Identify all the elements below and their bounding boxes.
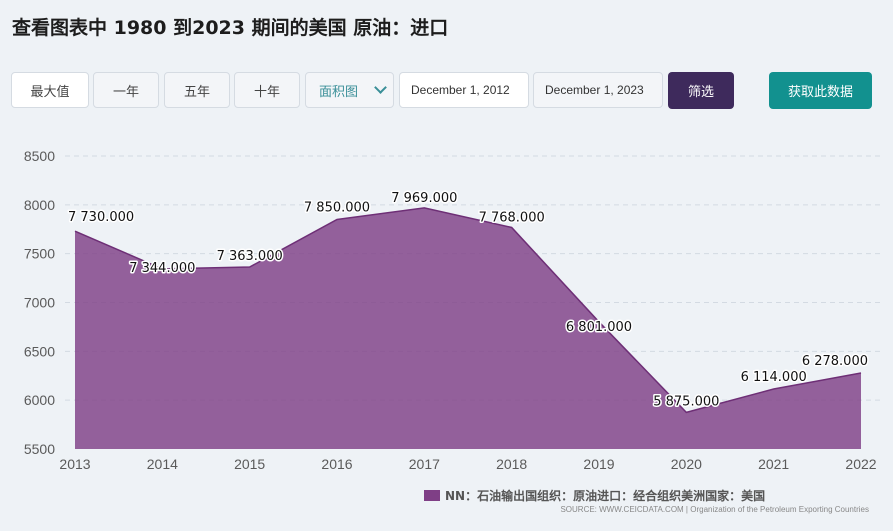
source-note: SOURCE: WWW.CEICDATA.COM | Organization … xyxy=(560,505,869,514)
x-tick-label: 2021 xyxy=(758,456,789,472)
data-label: 7 768.000 xyxy=(479,210,545,225)
data-label: 7 850.000 xyxy=(304,200,370,215)
y-axis-ticks: 5500 6000 6500 7000 7500 8000 8500 xyxy=(24,148,55,457)
x-tick-label: 2017 xyxy=(409,456,440,472)
data-label: 6 114.000 xyxy=(741,370,807,385)
x-tick-label: 2019 xyxy=(583,456,614,472)
y-tick-label: 6000 xyxy=(24,392,55,408)
series-area-fill xyxy=(75,207,861,449)
x-tick-label: 2016 xyxy=(321,456,352,472)
x-tick-label: 2022 xyxy=(845,456,876,472)
area-chart: 5500600065007000750080008500 2013 2014 201… xyxy=(24,148,881,472)
y-tick-label: 8000 xyxy=(24,197,55,213)
legend-swatch xyxy=(424,490,440,501)
data-label: 5 875.000 xyxy=(653,394,719,409)
data-label: 6 278.000 xyxy=(802,354,868,369)
x-tick-label: 2015 xyxy=(234,456,265,472)
x-axis-ticks: 2013 2014 2015 2016 2017 2018 2019 2020 2021 2022 xyxy=(59,456,876,472)
data-label: 7 344.000 xyxy=(129,261,195,276)
legend-label: NN：石油输出国组织：原油进口：经合组织美洲国家：美国 xyxy=(445,489,766,503)
y-tick-label: 7500 xyxy=(24,246,55,262)
series-area xyxy=(74,207,862,449)
data-label: 6 801.000 xyxy=(566,320,632,335)
x-tick-label: 2014 xyxy=(147,456,178,472)
data-label: 7 363.000 xyxy=(217,249,283,264)
y-tick-label: 7000 xyxy=(24,295,55,311)
data-label: 7 730.000 xyxy=(68,210,134,225)
y-tick-label: 8500 xyxy=(24,148,55,164)
legend[interactable]: NN：石油输出国组织：原油进口：经合组织美洲国家：美国 xyxy=(424,487,765,504)
x-tick-label: 2013 xyxy=(59,456,90,472)
x-tick-label: 2020 xyxy=(671,456,702,472)
y-tick-label: 6500 xyxy=(24,343,55,359)
data-label: 7 969.000 xyxy=(391,191,457,206)
y-tick-label: 5500 xyxy=(24,441,55,457)
x-tick-label: 2018 xyxy=(496,456,527,472)
